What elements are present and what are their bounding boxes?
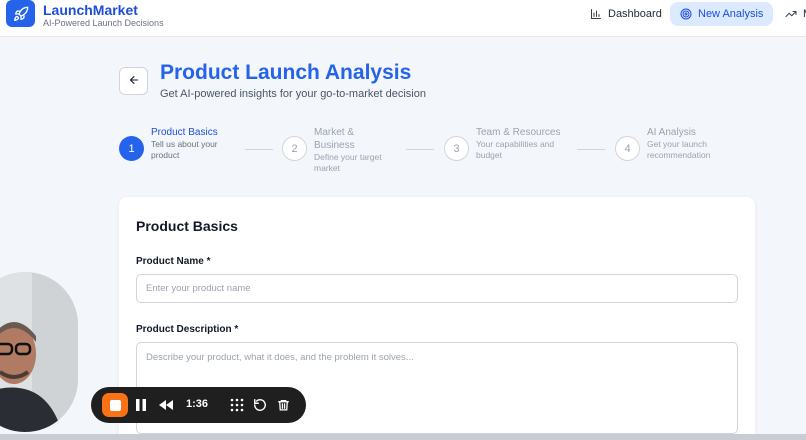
nav-dashboard[interactable]: Dashboard bbox=[580, 2, 672, 26]
step-ai-analysis[interactable]: 4 AI Analysis Get your launch recommenda… bbox=[615, 126, 739, 176]
step-number: 4 bbox=[615, 136, 640, 161]
step-description: Your capabilities and budget bbox=[476, 139, 555, 160]
top-navbar: LaunchMarket AI-Powered Launch Decisions… bbox=[0, 0, 806, 37]
card-title: Product Basics bbox=[136, 218, 238, 234]
nav-dashboard-label: Dashboard bbox=[608, 8, 662, 20]
step-title: Team & Resources bbox=[476, 127, 561, 138]
step-product-basics[interactable]: 1 Product Basics Tell us about your prod… bbox=[119, 126, 246, 176]
trash-icon[interactable] bbox=[274, 396, 292, 414]
step-title: AI Analysis bbox=[647, 127, 696, 138]
brand-tagline: AI-Powered Launch Decisions bbox=[43, 18, 164, 28]
webcam-overlay bbox=[0, 272, 78, 432]
target-icon bbox=[680, 8, 692, 20]
step-number: 3 bbox=[444, 136, 469, 161]
stop-icon[interactable] bbox=[102, 393, 128, 417]
step-number: 2 bbox=[282, 136, 307, 161]
step-team-resources[interactable]: 3 Team & Resources Your capabilities and… bbox=[444, 126, 568, 176]
step-number: 1 bbox=[119, 136, 144, 161]
product-description-label: Product Description * bbox=[136, 324, 239, 335]
step-description: Tell us about your product bbox=[151, 139, 218, 160]
step-connector bbox=[406, 149, 434, 150]
step-market-business[interactable]: 2 Market & Business Define your target m… bbox=[282, 126, 392, 176]
back-button[interactable] bbox=[119, 67, 148, 95]
trending-up-icon bbox=[785, 8, 797, 20]
nav-new-analysis-label: New Analysis bbox=[698, 8, 764, 20]
step-connector bbox=[245, 149, 273, 150]
restart-icon[interactable] bbox=[251, 396, 269, 414]
nav-new-analysis[interactable]: New Analysis bbox=[670, 2, 774, 26]
pause-icon[interactable] bbox=[132, 396, 150, 414]
step-title: Product Basics bbox=[151, 127, 218, 138]
rewind-icon[interactable] bbox=[157, 396, 175, 414]
rocket-icon[interactable] bbox=[6, 0, 35, 27]
bar-chart-icon bbox=[590, 8, 602, 20]
step-description: Define your target market bbox=[314, 152, 382, 173]
recording-toolbar: 1:36 bbox=[91, 387, 306, 423]
bottom-strip bbox=[0, 434, 806, 440]
product-name-label: Product Name * bbox=[136, 256, 211, 267]
step-connector bbox=[577, 149, 605, 150]
page-subtitle: Get AI-powered insights for your go-to-m… bbox=[160, 88, 426, 100]
page-title: Product Launch Analysis bbox=[160, 61, 412, 84]
step-description: Get your launch recommendation bbox=[647, 139, 711, 160]
product-name-input[interactable]: Enter your product name bbox=[136, 274, 738, 303]
brand-name[interactable]: LaunchMarket bbox=[43, 2, 138, 18]
recording-time: 1:36 bbox=[186, 398, 209, 410]
step-title: Market & Business bbox=[314, 127, 355, 151]
arrow-left-icon bbox=[128, 73, 140, 89]
grid-icon[interactable] bbox=[228, 396, 246, 414]
nav-truncated[interactable]: M bbox=[775, 2, 806, 26]
